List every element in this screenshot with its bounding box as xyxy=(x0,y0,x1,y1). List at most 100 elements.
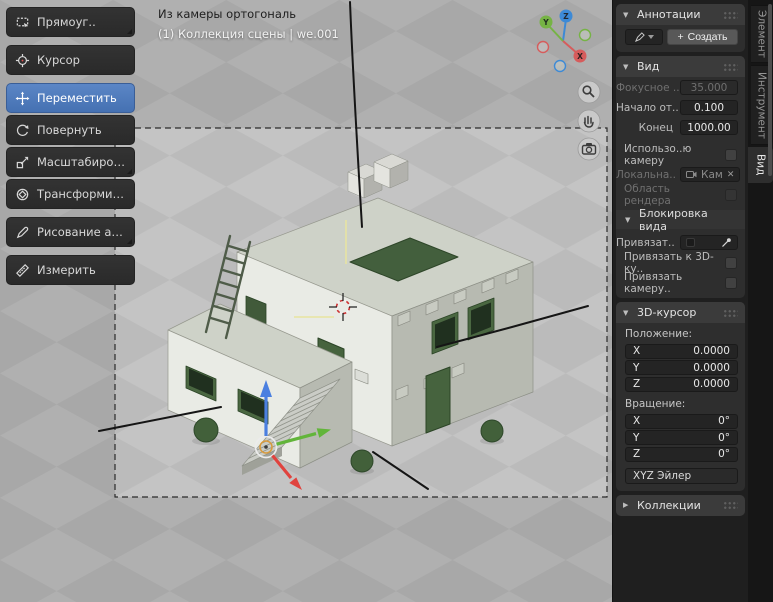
focal-length-row: Фокусное .. 35.000 xyxy=(616,78,745,97)
collections-panel: ▶ Коллекции xyxy=(616,494,745,516)
box-select-icon xyxy=(15,15,30,30)
cursor-location-x[interactable]: X 0.0000 xyxy=(625,343,738,359)
tool-rotate[interactable]: Повернуть xyxy=(6,115,135,145)
collections-panel-header[interactable]: ▶ Коллекции xyxy=(616,494,745,516)
axis-neg-x[interactable] xyxy=(536,40,550,54)
tool-scale[interactable]: Масштабировать xyxy=(6,147,135,177)
plus-icon: + xyxy=(677,31,684,43)
disclosure-triangle-icon: ▼ xyxy=(623,10,629,19)
axis-neg-z[interactable] xyxy=(553,59,567,73)
cursor-location-y[interactable]: Y 0.0000 xyxy=(625,360,738,375)
subtool-corner-icon xyxy=(127,239,132,244)
cursor-rotation-y[interactable]: Y 0° xyxy=(625,430,738,445)
viewport-nav-buttons xyxy=(577,80,601,161)
view-panel-header[interactable]: ▼ Вид xyxy=(616,56,745,77)
tool-label: Масштабировать xyxy=(37,155,126,169)
subtool-corner-icon xyxy=(127,169,132,174)
rotation-mode-dropdown[interactable]: XYZ Эйлер xyxy=(625,467,738,484)
annotation-layer-select[interactable] xyxy=(625,29,663,45)
disclosure-triangle-icon: ▼ xyxy=(623,62,629,71)
lock-camera-row: Привязать камеру.. xyxy=(616,270,745,295)
axis-z-label: Z xyxy=(563,12,569,21)
tool-measure[interactable]: Измерить xyxy=(6,255,135,285)
zoom-button[interactable] xyxy=(577,80,601,104)
side-door xyxy=(425,366,451,434)
axis-neg-y[interactable] xyxy=(578,28,592,42)
rotation-label: Вращение: xyxy=(625,398,686,410)
tool-label: Прямоуг.. xyxy=(37,15,96,29)
panel-title: Вид xyxy=(637,60,660,73)
lock-object-row: Привязат.. xyxy=(616,233,745,252)
subpanel-title: Блокировка вида xyxy=(639,206,708,233)
subtool-corner-icon xyxy=(127,29,132,34)
lock-to-cursor-row: Привязать к 3D-ку.. xyxy=(616,251,745,275)
cursor-rotation-z[interactable]: Z 0° xyxy=(625,446,738,462)
measure-icon xyxy=(15,263,30,278)
sidebar-panel: ▼ Аннотации + Создать ▼ Вид Фокусное .. … xyxy=(612,0,748,602)
local-camera-field[interactable]: Кам ✕ xyxy=(680,167,741,182)
panel-grip-icon xyxy=(723,10,738,19)
tool-move[interactable]: Переместить xyxy=(6,83,135,113)
clip-start-field[interactable]: 0.100 xyxy=(680,100,738,115)
field-label: Фокусное .. xyxy=(616,81,680,94)
cursor-panel-header[interactable]: ▼ 3D-курсор xyxy=(616,302,745,323)
cursor-panel: ▼ 3D-курсор Положение: X 0.0000 Y 0.0000… xyxy=(616,302,745,491)
3d-viewport[interactable]: Z X Y Из камеры ортогональ (1) Коллекция… xyxy=(0,0,612,602)
panel-title: Коллекции xyxy=(637,498,701,512)
tool-label: Рисование анно.. xyxy=(37,225,126,239)
scene-collection-overlay: (1) Коллекция сцены | we.001 xyxy=(158,27,339,41)
checkbox-label: Область рендера xyxy=(624,182,671,207)
axis-x-label: X xyxy=(577,52,583,61)
panel-grip-icon xyxy=(723,62,738,71)
sidebar-tab-strip: Элемент Инструмент Вид xyxy=(748,0,773,602)
clip-end-row: Конец 1000.00 xyxy=(616,118,745,137)
tool-transform[interactable]: Трансформиров.. xyxy=(6,179,135,209)
tool-label: Курсор xyxy=(37,53,80,67)
clip-end-field[interactable]: 1000.00 xyxy=(680,120,738,135)
render-region-row: Область рендера xyxy=(616,182,745,207)
field-label: Конец xyxy=(638,121,673,134)
tool-label: Трансформиров.. xyxy=(37,187,126,201)
cursor-location-z[interactable]: Z 0.0000 xyxy=(625,376,738,392)
panel-title: 3D-курсор xyxy=(637,306,697,319)
view-lock-subpanel-header[interactable]: ▼ Блокировка вида xyxy=(616,207,745,233)
cursor-rotation-x[interactable]: X 0° xyxy=(625,413,738,429)
eyedropper-icon[interactable] xyxy=(721,237,732,248)
annotation-create-button[interactable]: + Создать xyxy=(667,29,738,45)
camera-view-button[interactable] xyxy=(577,137,601,161)
panel-grip-icon xyxy=(723,308,738,317)
move-icon xyxy=(15,91,30,106)
tool-cursor[interactable]: Курсор xyxy=(6,45,135,75)
disclosure-triangle-icon: ▼ xyxy=(623,308,629,317)
render-region-checkbox[interactable] xyxy=(725,188,737,201)
tool-shelf: Прямоуг.. Курсор Переместить Повернуть М… xyxy=(6,7,135,287)
checkbox-label: Использо..ю камеру xyxy=(624,142,692,167)
checkbox-label: Привязать камеру.. xyxy=(624,270,683,295)
use-local-camera-checkbox[interactable] xyxy=(725,148,737,161)
pen-icon xyxy=(634,32,645,42)
pan-button[interactable] xyxy=(577,109,601,133)
view-panel: ▼ Вид Фокусное .. 35.000 Начало от.. 0.1… xyxy=(616,56,745,298)
object-icon xyxy=(686,238,695,247)
clip-start-row: Начало от.. 0.100 xyxy=(616,98,745,117)
clear-icon[interactable]: ✕ xyxy=(727,170,735,180)
view-name-overlay: Из камеры ортогональ xyxy=(158,7,296,21)
chevron-down-icon xyxy=(647,35,654,39)
lock-to-cursor-checkbox[interactable] xyxy=(725,256,737,269)
field-label: Локальна.. xyxy=(616,168,676,181)
cursor-icon xyxy=(15,53,30,68)
scale-icon xyxy=(15,155,30,170)
tool-box-select[interactable]: Прямоуг.. xyxy=(6,7,135,37)
annotations-panel-header[interactable]: ▼ Аннотации xyxy=(616,4,745,25)
lock-object-field[interactable] xyxy=(680,235,738,250)
rotate-icon xyxy=(15,123,30,138)
focal-length-field[interactable]: 35.000 xyxy=(680,80,738,95)
origin-dot xyxy=(264,445,268,449)
field-label: Начало от.. xyxy=(616,101,679,114)
location-label: Положение: xyxy=(625,328,693,340)
lock-camera-checkbox[interactable] xyxy=(725,276,737,289)
disclosure-triangle-icon: ▶ xyxy=(623,501,629,509)
panel-grip-icon xyxy=(723,501,738,509)
tool-annotate[interactable]: Рисование анно.. xyxy=(6,217,135,247)
sidebar-scrollbar[interactable] xyxy=(767,4,772,176)
